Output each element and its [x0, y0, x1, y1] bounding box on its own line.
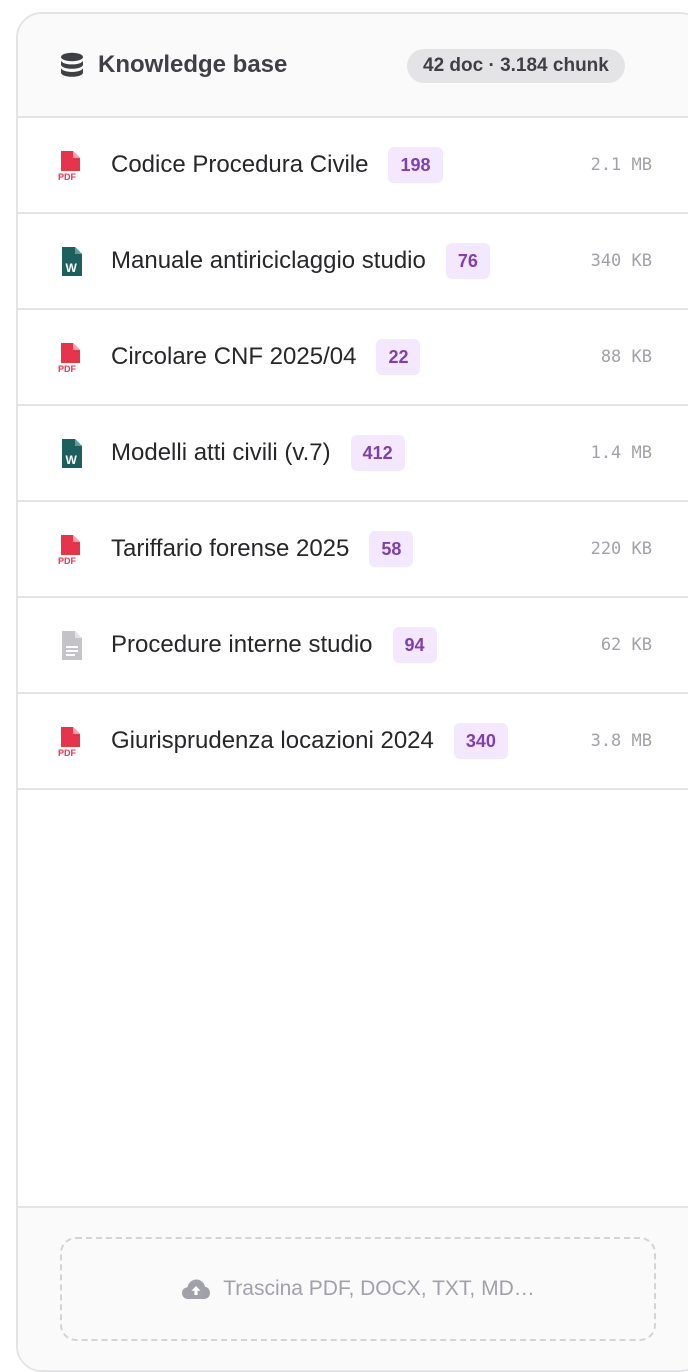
document-row[interactable]: W Manuale antiriciclaggio studio 76 340 KB: [18, 214, 688, 310]
database-icon: [60, 52, 84, 78]
document-name: Codice Procedura Civile: [111, 151, 369, 178]
chunk-count-badge: 76: [445, 243, 490, 279]
panel-header: Knowledge base 42 doc · 3.184 chunk: [18, 14, 688, 118]
file-size: 88 KB: [600, 347, 652, 367]
text-file-icon: [58, 631, 84, 661]
word-file-icon: W: [58, 439, 84, 469]
file-size: 1.4 MB: [590, 443, 652, 463]
file-size: 3.8 MB: [590, 731, 652, 751]
document-name: Modelli atti civili (v.7): [111, 439, 331, 466]
stats-badge: 42 doc · 3.184 chunk: [407, 49, 625, 83]
chunk-count-badge: 340: [453, 723, 508, 759]
pdf-file-icon: PDF: [58, 535, 84, 566]
dropzone-label: Trascina PDF, DOCX, TXT, MD…: [223, 1277, 535, 1300]
document-row[interactable]: W Modelli atti civili (v.7) 412 1.4 MB: [18, 406, 688, 502]
document-title-group: Circolare CNF 2025/04 22: [111, 310, 421, 404]
document-name: Tariffario forense 2025: [111, 535, 350, 562]
document-title-group: Codice Procedura Civile 198: [111, 118, 443, 212]
pdf-file-icon: PDF: [58, 343, 84, 374]
document-title-group: Giurisprudenza locazioni 2024 340: [111, 694, 508, 788]
pdf-file-icon: PDF: [58, 151, 84, 182]
pdf-file-icon: PDF: [58, 727, 84, 758]
document-row[interactable]: PDF Giurisprudenza locazioni 2024 340 3.8 M…: [18, 694, 688, 790]
file-size: 220 KB: [590, 539, 652, 559]
svg-text:PDF: PDF: [58, 556, 77, 565]
file-size: 340 KB: [590, 251, 652, 271]
cloud-upload-icon: [181, 1278, 211, 1300]
word-file-icon: W: [58, 247, 84, 277]
chunk-count-badge: 22: [376, 339, 421, 375]
chunk-count-badge: 412: [350, 435, 405, 471]
document-title-group: Tariffario forense 2025 58: [111, 502, 414, 596]
svg-text:W: W: [66, 453, 78, 467]
file-size: 2.1 MB: [590, 155, 652, 175]
document-name: Procedure interne studio: [111, 631, 373, 658]
file-size: 62 KB: [600, 635, 652, 655]
upload-footer: Trascina PDF, DOCX, TXT, MD…: [18, 1206, 688, 1370]
svg-text:PDF: PDF: [58, 172, 77, 181]
document-name: Circolare CNF 2025/04: [111, 343, 357, 370]
svg-text:PDF: PDF: [58, 748, 77, 757]
document-row[interactable]: PDF Tariffario forense 2025 58 220 KB: [18, 502, 688, 598]
document-title-group: Manuale antiriciclaggio studio 76: [111, 214, 490, 308]
chunk-count-badge: 94: [392, 627, 437, 663]
document-name: Giurisprudenza locazioni 2024: [111, 727, 434, 754]
document-row[interactable]: PDF Circolare CNF 2025/04 22 88 KB: [18, 310, 688, 406]
document-list: PDF Codice Procedura Civile 198 2.1 MB W Manu…: [18, 118, 688, 790]
svg-text:PDF: PDF: [58, 364, 77, 373]
svg-text:W: W: [66, 261, 78, 275]
upload-dropzone[interactable]: Trascina PDF, DOCX, TXT, MD…: [60, 1237, 656, 1341]
document-name: Manuale antiriciclaggio studio: [111, 247, 426, 274]
document-row[interactable]: Procedure interne studio 94 62 KB: [18, 598, 688, 694]
document-row[interactable]: PDF Codice Procedura Civile 198 2.1 MB: [18, 118, 688, 214]
document-title-group: Modelli atti civili (v.7) 412: [111, 406, 405, 500]
knowledge-base-panel: Knowledge base 42 doc · 3.184 chunk PDF C…: [16, 12, 688, 1372]
panel-title: Knowledge base: [98, 51, 288, 78]
document-title-group: Procedure interne studio 94: [111, 598, 437, 692]
chunk-count-badge: 58: [369, 531, 414, 567]
chunk-count-badge: 198: [388, 147, 443, 183]
